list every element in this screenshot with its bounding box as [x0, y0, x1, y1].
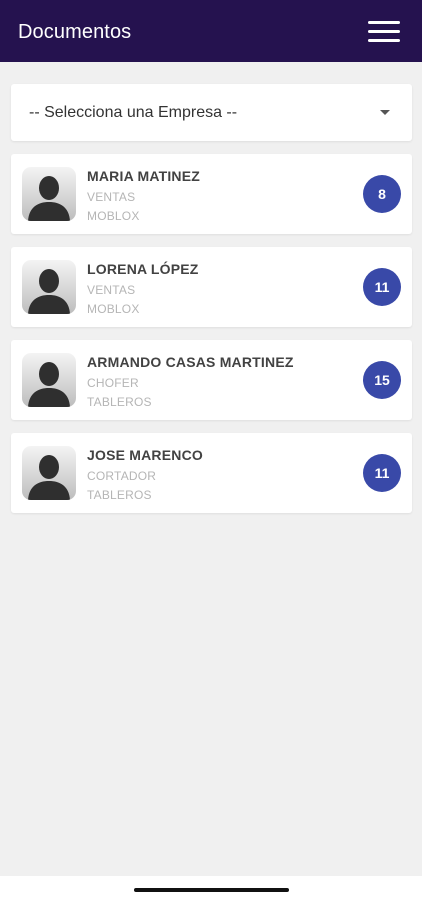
- employee-role: CHOFER: [87, 376, 139, 390]
- avatar-placeholder-icon: [22, 260, 76, 314]
- employee-name: LORENA LÓPEZ: [87, 261, 199, 277]
- employee-name: ARMANDO CASAS MARTINEZ: [87, 354, 294, 370]
- employee-company: TABLEROS: [87, 395, 152, 409]
- avatar-placeholder-icon: [22, 353, 76, 407]
- employee-role: CORTADOR: [87, 469, 157, 483]
- hamburger-menu-icon[interactable]: [368, 20, 402, 44]
- employee-name: MARIA MATINEZ: [87, 168, 201, 184]
- avatar-placeholder-icon: [22, 167, 76, 221]
- employee-company: TABLEROS: [87, 488, 152, 502]
- document-count-badge: 8: [363, 175, 401, 213]
- employee-role: VENTAS: [87, 283, 136, 297]
- document-count-badge: 11: [363, 268, 401, 306]
- document-count-badge: 11: [363, 454, 401, 492]
- employee-card[interactable]: ARMANDO CASAS MARTINEZ CHOFER TABLEROS 1…: [11, 340, 412, 420]
- caret-down-icon: [380, 110, 390, 115]
- menu-bar-line: [368, 39, 400, 42]
- employee-role: VENTAS: [87, 190, 136, 204]
- employee-company: MOBLOX: [87, 209, 140, 223]
- company-select[interactable]: -- Selecciona una Empresa --: [11, 84, 412, 141]
- employee-list: MARIA MATINEZ VENTAS MOBLOX 8 LORENA LÓP…: [11, 154, 412, 526]
- menu-bar-line: [368, 30, 400, 33]
- company-select-value: -- Selecciona una Empresa --: [29, 104, 238, 121]
- employee-card[interactable]: JOSE MARENCO CORTADOR TABLEROS 11: [11, 433, 412, 513]
- employee-name: JOSE MARENCO: [87, 447, 203, 463]
- document-count-badge: 15: [363, 361, 401, 399]
- home-indicator[interactable]: [134, 888, 289, 892]
- page-title: Documentos: [18, 21, 132, 43]
- avatar-placeholder-icon: [22, 446, 76, 500]
- employee-card[interactable]: LORENA LÓPEZ VENTAS MOBLOX 11: [11, 247, 412, 327]
- employee-card[interactable]: MARIA MATINEZ VENTAS MOBLOX 8: [11, 154, 412, 234]
- employee-company: MOBLOX: [87, 302, 140, 316]
- app-header: Documentos: [0, 0, 422, 62]
- menu-bar-line: [368, 21, 400, 24]
